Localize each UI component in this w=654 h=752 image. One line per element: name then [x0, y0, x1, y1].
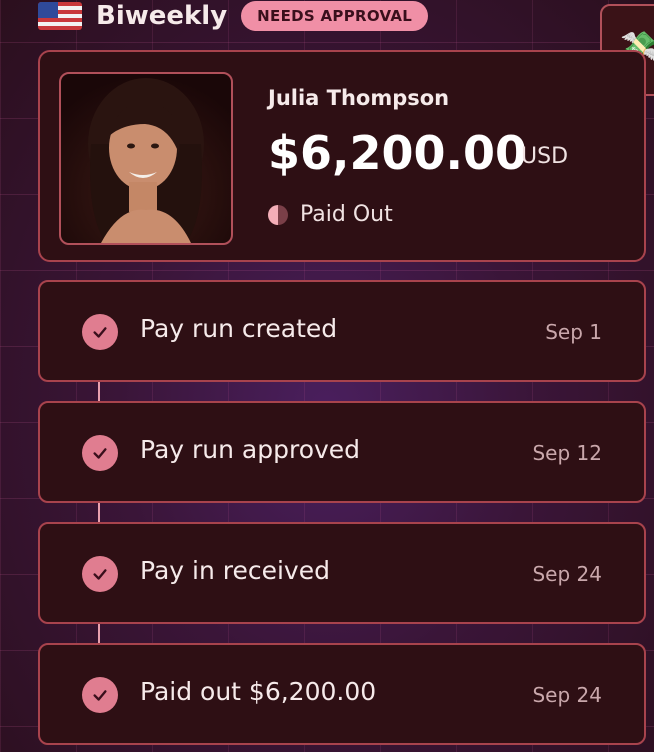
status-badge: NEEDS APPROVAL: [241, 1, 429, 31]
check-icon: [82, 677, 118, 713]
timeline-step-received: Pay in received Sep 24: [38, 522, 646, 624]
pay-frequency: Biweekly: [96, 1, 228, 31]
step-label: Pay run created: [140, 314, 338, 343]
step-date: Sep 24: [532, 683, 602, 707]
employee-name: Julia Thompson: [268, 86, 450, 110]
payment-status-label: Paid Out: [300, 202, 393, 227]
step-label: Pay in received: [140, 556, 330, 585]
currency-code: USD: [521, 144, 569, 169]
check-icon: [82, 556, 118, 592]
employee-card: Julia Thompson $6,200.00 USD Paid Out: [38, 50, 646, 262]
timeline-step-created: Pay run created Sep 1: [38, 280, 646, 382]
timeline-step-approved: Pay run approved Sep 12: [38, 401, 646, 503]
us-flag-icon: [38, 2, 82, 30]
step-date: Sep 1: [545, 320, 602, 344]
step-label: Paid out $6,200.00: [140, 677, 377, 706]
check-icon: [82, 314, 118, 350]
half-circle-status-icon: [268, 204, 288, 225]
avatar: [59, 72, 233, 245]
payment-status: Paid Out: [268, 202, 393, 227]
check-icon: [82, 435, 118, 471]
step-date: Sep 24: [532, 562, 602, 586]
timeline-step-paid-out: Paid out $6,200.00 Sep 24: [38, 643, 646, 745]
step-label: Pay run approved: [140, 435, 361, 464]
step-date: Sep 12: [532, 441, 602, 465]
pay-amount: $6,200.00: [268, 126, 527, 180]
payrun-header: Biweekly NEEDS APPROVAL: [38, 0, 429, 32]
